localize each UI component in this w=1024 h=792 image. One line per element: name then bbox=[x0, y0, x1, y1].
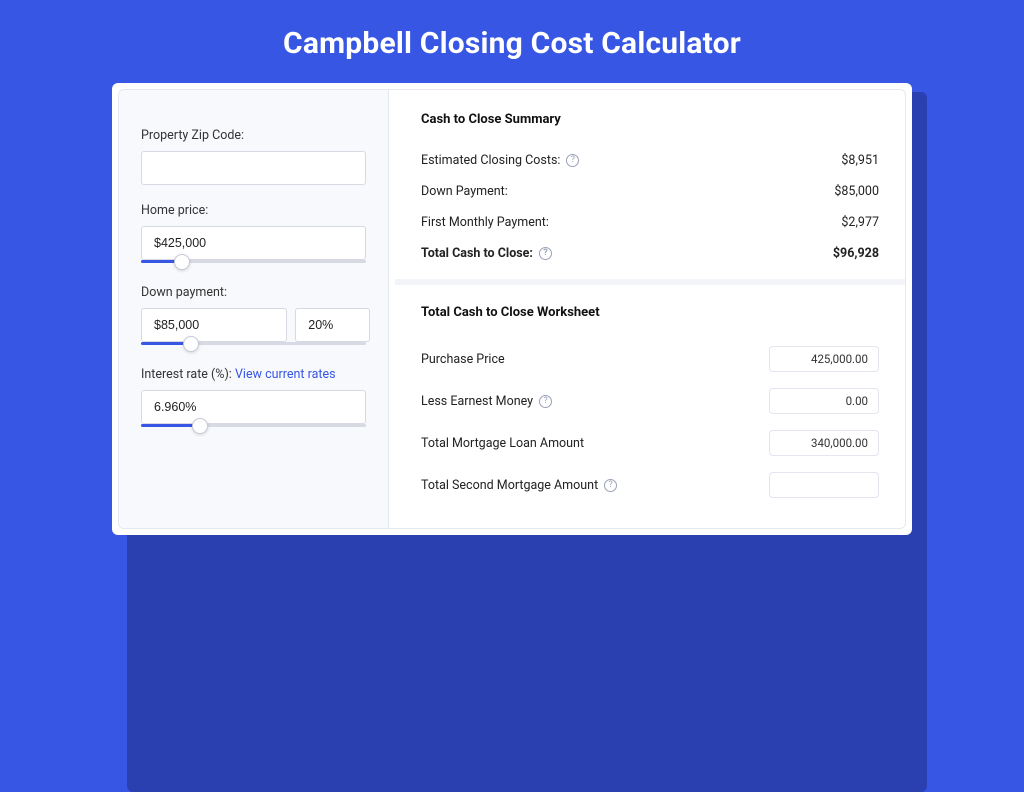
summary-heading: Cash to Close Summary bbox=[421, 112, 879, 127]
calculator-shell: Property Zip Code: Home price: Down paym… bbox=[112, 83, 912, 535]
worksheet-row-value[interactable]: 340,000.00 bbox=[769, 430, 879, 456]
worksheet-rows: Purchase Price 425,000.00 Less Earnest Mon… bbox=[421, 338, 879, 506]
inputs-panel: Property Zip Code: Home price: Down paym… bbox=[119, 90, 389, 528]
home-price-slider[interactable] bbox=[141, 260, 366, 263]
help-icon[interactable]: ? bbox=[539, 395, 552, 408]
zip-label: Property Zip Code: bbox=[141, 128, 366, 143]
home-price-label: Home price: bbox=[141, 203, 366, 218]
field-home-price: Home price: bbox=[141, 203, 366, 263]
slider-thumb[interactable] bbox=[174, 254, 190, 270]
help-icon[interactable]: ? bbox=[539, 247, 552, 260]
results-panel: Cash to Close Summary Estimated Closing … bbox=[395, 90, 905, 528]
worksheet-row-label: Purchase Price bbox=[421, 352, 505, 367]
summary-row-label: First Monthly Payment: bbox=[421, 215, 549, 230]
interest-rate-slider[interactable] bbox=[141, 424, 366, 427]
worksheet-row: Less Earnest Money? 0.00 bbox=[421, 380, 879, 422]
worksheet-row: Total Second Mortgage Amount? bbox=[421, 464, 879, 506]
summary-row: Total Cash to Close:? $96,928 bbox=[421, 238, 879, 269]
help-icon[interactable]: ? bbox=[566, 154, 579, 167]
slider-thumb[interactable] bbox=[192, 418, 208, 434]
summary-row: Down Payment: $85,000 bbox=[421, 176, 879, 207]
summary-row-value: $2,977 bbox=[841, 215, 879, 230]
home-price-input[interactable] bbox=[141, 226, 366, 260]
zip-input[interactable] bbox=[141, 151, 366, 185]
summary-row-value: $96,928 bbox=[833, 246, 879, 261]
down-payment-label: Down payment: bbox=[141, 285, 366, 300]
slider-thumb[interactable] bbox=[183, 336, 199, 352]
worksheet-row-label: Less Earnest Money bbox=[421, 394, 533, 409]
down-payment-input[interactable] bbox=[141, 308, 287, 342]
interest-rate-input[interactable] bbox=[141, 390, 366, 424]
down-payment-pct-input[interactable] bbox=[295, 308, 369, 342]
summary-row: First Monthly Payment: $2,977 bbox=[421, 207, 879, 238]
summary-row-label: Total Cash to Close: bbox=[421, 246, 533, 261]
section-divider bbox=[395, 279, 905, 285]
worksheet-row-value[interactable] bbox=[769, 472, 879, 498]
view-rates-link[interactable]: View current rates bbox=[235, 367, 336, 382]
field-zip: Property Zip Code: bbox=[141, 128, 366, 185]
field-down-payment: Down payment: bbox=[141, 285, 366, 345]
help-icon[interactable]: ? bbox=[604, 479, 617, 492]
worksheet-row: Purchase Price 425,000.00 bbox=[421, 338, 879, 380]
interest-rate-label: Interest rate (%): View current rates bbox=[141, 367, 366, 382]
worksheet-row: Total Mortgage Loan Amount 340,000.00 bbox=[421, 422, 879, 464]
summary-row-value: $8,951 bbox=[841, 153, 879, 168]
summary-row-label: Down Payment: bbox=[421, 184, 508, 199]
worksheet-row-value[interactable]: 0.00 bbox=[769, 388, 879, 414]
down-payment-slider[interactable] bbox=[141, 342, 366, 345]
field-interest-rate: Interest rate (%): View current rates bbox=[141, 367, 366, 427]
summary-row-label: Estimated Closing Costs: bbox=[421, 153, 560, 168]
summary-row-value: $85,000 bbox=[834, 184, 879, 199]
summary-rows: Estimated Closing Costs:? $8,951 Down Paym… bbox=[421, 145, 879, 269]
worksheet-heading: Total Cash to Close Worksheet bbox=[421, 305, 879, 320]
worksheet-row-label: Total Mortgage Loan Amount bbox=[421, 436, 584, 451]
worksheet-row-label: Total Second Mortgage Amount bbox=[421, 478, 598, 493]
summary-row: Estimated Closing Costs:? $8,951 bbox=[421, 145, 879, 176]
page-title: Campbell Closing Cost Calculator bbox=[0, 0, 1024, 83]
interest-rate-label-text: Interest rate (%): bbox=[141, 367, 232, 382]
worksheet-row-value[interactable]: 425,000.00 bbox=[769, 346, 879, 372]
